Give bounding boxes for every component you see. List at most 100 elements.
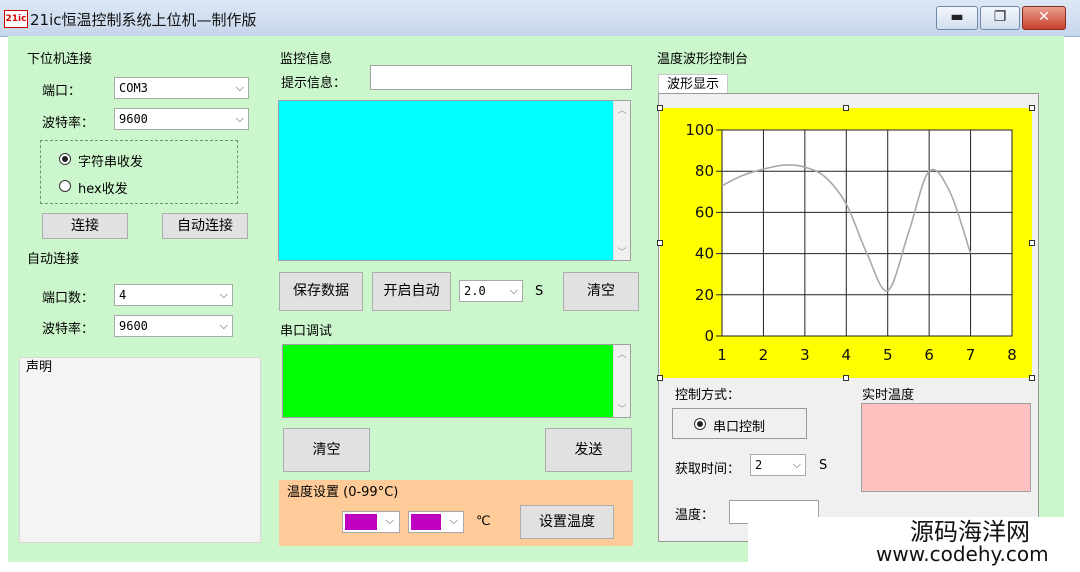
x-tick-label: 1	[717, 346, 727, 364]
port-count-value: 4	[119, 288, 127, 302]
port-count-label: 端口数：	[42, 291, 95, 306]
auto-baud-label: 波特率：	[42, 322, 95, 337]
baud-label: 波特率：	[42, 116, 95, 131]
chevron-down-icon: ⌵	[219, 288, 228, 301]
chevron-down-icon: ⌵	[235, 81, 244, 94]
temp-set-title: 温度设置 (0-99°C)	[287, 485, 399, 500]
scroll-down-icon[interactable]: ﹀	[614, 245, 630, 258]
port-count-combo[interactable]: 4 ⌵	[114, 284, 233, 306]
temp-label: 温度：	[675, 508, 715, 523]
connect-button[interactable]: 连接	[42, 213, 128, 239]
x-tick-label: 3	[800, 346, 810, 364]
selection-highlight	[411, 514, 441, 530]
fetch-time-label: 获取时间：	[675, 462, 741, 477]
auto-start-button[interactable]: 开启自动	[372, 272, 451, 311]
port-label: 端口：	[42, 84, 82, 99]
interval-unit: S	[535, 284, 544, 299]
fetch-time-value: 2	[755, 458, 763, 472]
mode-group	[40, 140, 238, 204]
scroll-down-icon[interactable]: ﹀	[614, 402, 630, 415]
fetch-time-unit: S	[819, 458, 828, 473]
x-tick-label: 2	[759, 346, 769, 364]
baud-combo-value: 9600	[119, 112, 148, 126]
y-tick-label: 0	[704, 327, 714, 345]
y-tick-label: 100	[685, 121, 714, 139]
send-button[interactable]: 发送	[545, 428, 632, 472]
radio-hex-label[interactable]: hex收发	[78, 178, 128, 197]
resize-handle[interactable]	[843, 105, 849, 111]
serial-textarea[interactable]: ︿ ﹀	[282, 344, 631, 418]
realtime-temp-label: 实时温度	[862, 388, 915, 403]
x-tick-label: 4	[842, 346, 852, 364]
y-tick-label: 20	[695, 286, 714, 304]
monitor-clear-button[interactable]: 清空	[563, 272, 639, 311]
fetch-time-combo[interactable]: 2 ⌵	[750, 454, 806, 476]
watermark-url: www.codehy.com	[876, 542, 1049, 566]
selection-highlight	[345, 514, 377, 530]
x-tick-label: 6	[924, 346, 934, 364]
app-logo-icon: 21ic	[4, 10, 28, 28]
radio-serial-control[interactable]	[694, 418, 706, 430]
chevron-down-icon: ⌵	[792, 458, 801, 471]
auto-baud-combo[interactable]: 9600 ⌵	[114, 315, 233, 337]
chevron-down-icon: ⌵	[385, 514, 394, 527]
serial-scrollbar[interactable]: ︿ ﹀	[613, 345, 630, 417]
serial-clear-button[interactable]: 清空	[283, 428, 370, 472]
celsius-unit: ℃	[476, 514, 491, 529]
scroll-up-icon[interactable]: ︿	[614, 103, 630, 116]
temperature-chart: 1 2 3 4 5 6 7 8 0 20 40 60 80 100	[660, 108, 1032, 378]
radio-hex[interactable]	[59, 180, 71, 192]
save-data-button[interactable]: 保存数据	[279, 272, 363, 311]
resize-handle[interactable]	[1029, 375, 1035, 381]
wave-title: 温度波形控制台	[657, 52, 749, 67]
statement-title: 声明	[26, 360, 53, 375]
prompt-label: 提示信息：	[281, 76, 347, 91]
prompt-input[interactable]	[370, 65, 632, 90]
resize-handle[interactable]	[843, 375, 849, 381]
client-area: 下位机连接 端口： COM3 ⌵ 波特率： 9600 ⌵ 字符串收发 hex收发…	[8, 36, 1064, 562]
control-mode-label: 控制方式：	[675, 388, 741, 403]
y-tick-label: 80	[695, 162, 714, 180]
x-tick-label: 7	[966, 346, 976, 364]
serial-title: 串口调试	[280, 324, 333, 339]
resize-handle[interactable]	[1029, 105, 1035, 111]
auto-baud-value: 9600	[119, 319, 148, 333]
close-button[interactable]: ✕	[1022, 6, 1066, 30]
resize-handle[interactable]	[1029, 240, 1035, 246]
y-tick-label: 60	[695, 203, 714, 221]
minimize-button[interactable]: ▬	[936, 6, 978, 30]
port-combo[interactable]: COM3 ⌵	[114, 77, 249, 99]
chevron-down-icon: ⌵	[219, 319, 228, 332]
temp-tens-combo[interactable]: ⌵	[342, 511, 400, 533]
statement-box	[19, 357, 261, 543]
y-tick-label: 40	[695, 245, 714, 263]
auto-connect-button[interactable]: 自动连接	[162, 213, 248, 239]
title-bar: 21ic 21ic恒温控制系统上位机—制作版 ▬ ❐ ✕	[0, 0, 1080, 37]
radio-string[interactable]	[59, 153, 71, 165]
resize-handle[interactable]	[657, 375, 663, 381]
chevron-down-icon: ⌵	[235, 112, 244, 125]
app-window: 21ic 21ic恒温控制系统上位机—制作版 ▬ ❐ ✕ 下位机连接 端口： C…	[0, 0, 1080, 572]
realtime-temp-display	[861, 403, 1031, 492]
scroll-up-icon[interactable]: ︿	[614, 347, 630, 360]
serial-control-label[interactable]: 串口控制	[713, 416, 765, 435]
chevron-down-icon: ⌵	[509, 284, 518, 297]
monitor-textarea[interactable]: ︿ ﹀	[278, 100, 631, 261]
maximize-button[interactable]: ❐	[980, 6, 1020, 30]
tab-wave-display[interactable]: 波形显示	[658, 74, 728, 94]
port-combo-value: COM3	[119, 81, 148, 95]
baud-combo[interactable]: 9600 ⌵	[114, 108, 249, 130]
interval-value: 2.0	[464, 284, 486, 298]
radio-string-label[interactable]: 字符串收发	[78, 151, 143, 170]
window-title: 21ic恒温控制系统上位机—制作版	[30, 11, 257, 29]
temp-ones-combo[interactable]: ⌵	[408, 511, 464, 533]
auto-connect-title: 自动连接	[27, 252, 80, 267]
interval-combo[interactable]: 2.0 ⌵	[459, 280, 523, 302]
monitor-title: 监控信息	[280, 52, 333, 67]
set-temp-button[interactable]: 设置温度	[520, 505, 614, 539]
x-tick-label: 5	[883, 346, 893, 364]
monitor-scrollbar[interactable]: ︿ ﹀	[613, 101, 630, 260]
resize-handle[interactable]	[657, 240, 663, 246]
resize-handle[interactable]	[657, 105, 663, 111]
chevron-down-icon: ⌵	[449, 514, 458, 527]
